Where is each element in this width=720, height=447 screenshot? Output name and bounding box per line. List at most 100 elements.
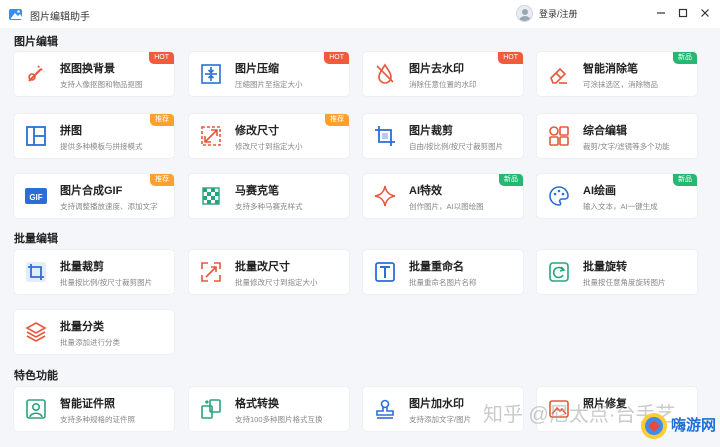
recommend-badge: 推荐 xyxy=(150,174,174,186)
card-remove-watermark[interactable]: 图片去水印 消除任意位置的水印 HOT xyxy=(363,52,523,96)
card-resize[interactable]: 修改尺寸 修改尺寸到指定大小 推荐 xyxy=(189,114,349,158)
card-name: AI绘画 xyxy=(583,185,616,197)
card-crop[interactable]: 图片裁剪 自由/按比例/按尺寸裁剪图片 xyxy=(363,114,523,158)
card-name: 格式转换 xyxy=(235,398,279,410)
gif-icon: GIF xyxy=(25,188,47,204)
app-title: 图片编辑助手 xyxy=(30,12,90,23)
card-comprehensive[interactable]: 综合编辑 裁剪/文字/滤镜等多个功能 xyxy=(537,114,697,158)
card-desc: 自由/按比例/按尺寸裁剪图片 xyxy=(409,142,504,151)
card-collage[interactable]: 拼图 提供多种模板与拼接模式 推荐 xyxy=(14,114,174,158)
hot-badge: HOT xyxy=(324,52,349,64)
batch-resize-icon xyxy=(201,262,221,282)
card-desc: 批量修改尺寸到指定大小 xyxy=(235,278,318,287)
comprehensive-edit-icon xyxy=(549,126,569,146)
card-ai-effects[interactable]: AI特效 创作图片，AI以图绘图 新品 xyxy=(363,174,523,218)
batch-crop-icon xyxy=(26,262,46,282)
card-name: 智能证件照 xyxy=(60,398,115,410)
main-content: 图片编辑 抠图换背景 支持人像抠图和物品抠图 HOT 图片压缩 压缩图片至指定大… xyxy=(0,28,720,447)
card-desc: 创作图片，AI以图绘图 xyxy=(409,202,484,211)
corner-logo-icon xyxy=(641,413,667,439)
app-logo-icon xyxy=(9,9,22,20)
card-name: 图片加水印 xyxy=(409,398,464,410)
card-batch-classify[interactable]: 批量分类 批量添加进行分类 xyxy=(14,310,174,354)
card-desc: 压缩图片至指定大小 xyxy=(235,80,303,89)
recommend-badge: 推荐 xyxy=(325,114,349,126)
id-photo-icon xyxy=(26,399,46,419)
collage-icon xyxy=(26,126,46,146)
card-name: 图片裁剪 xyxy=(409,125,453,137)
card-desc: 支持人像抠图和物品抠图 xyxy=(60,80,143,89)
card-desc: 修改尺寸到指定大小 xyxy=(235,142,303,151)
section-title-image-edit: 图片编辑 xyxy=(14,36,58,48)
card-name: 图片合成GIF xyxy=(60,185,123,197)
card-name: 修改尺寸 xyxy=(235,125,279,137)
mosaic-icon xyxy=(202,187,220,205)
new-badge: 新品 xyxy=(673,174,697,186)
card-name: 批量分类 xyxy=(60,321,104,333)
new-badge: 新品 xyxy=(673,52,697,64)
hot-badge: HOT xyxy=(498,52,523,64)
text-icon xyxy=(375,262,395,282)
compress-icon xyxy=(201,64,221,84)
card-name: 综合编辑 xyxy=(583,125,627,137)
card-matting[interactable]: 抠图换背景 支持人像抠图和物品抠图 HOT xyxy=(14,52,174,96)
stamp-icon xyxy=(376,399,394,419)
corner-logo-text: 嗨游网 xyxy=(671,417,717,434)
hot-badge: HOT xyxy=(149,52,174,64)
corner-logo: 嗨游网 xyxy=(637,408,719,444)
section-title-batch-edit: 批量编辑 xyxy=(14,233,58,245)
card-mosaic[interactable]: 马赛克笔 支持多种马赛克样式 xyxy=(189,174,349,218)
card-gif[interactable]: GIF 图片合成GIF 支持调整播放速度、添加文字 推荐 xyxy=(14,174,174,218)
card-name: 图片压缩 xyxy=(235,63,279,75)
avatar xyxy=(516,5,533,22)
card-name: 批量改尺寸 xyxy=(235,261,290,273)
format-convert-icon xyxy=(201,399,221,419)
maximize-icon[interactable] xyxy=(676,6,690,20)
card-name: 智能消除笔 xyxy=(583,63,638,75)
card-name: 马赛克笔 xyxy=(235,185,279,197)
card-smart-eraser[interactable]: 智能消除笔 可涂抹选区，消除物品 新品 xyxy=(537,52,697,96)
card-name: AI特效 xyxy=(409,185,442,197)
card-ai-paint[interactable]: AI绘画 输入文本，AI一键生成 新品 xyxy=(537,174,697,218)
card-name: 批量旋转 xyxy=(583,261,627,273)
card-desc: 批量按任意角度旋转图片 xyxy=(583,278,666,287)
card-batch-resize[interactable]: 批量改尺寸 批量修改尺寸到指定大小 xyxy=(189,250,349,294)
card-desc: 消除任意位置的水印 xyxy=(409,80,477,89)
card-desc: 可涂抹选区，消除物品 xyxy=(583,80,658,89)
card-batch-crop[interactable]: 批量裁剪 批量按比例/按尺寸裁剪图片 xyxy=(14,250,174,294)
card-desc: 批量重命名图片名称 xyxy=(409,278,477,287)
card-desc: 批量添加进行分类 xyxy=(60,338,120,347)
new-badge: 新品 xyxy=(499,174,523,186)
card-desc: 支持多种马赛克样式 xyxy=(235,202,303,211)
rotate-icon xyxy=(549,262,569,282)
card-batch-rotate[interactable]: 批量旋转 批量按任意角度旋转图片 xyxy=(537,250,697,294)
layers-icon xyxy=(25,322,47,342)
palette-icon xyxy=(549,186,569,206)
title-bar: 图片编辑助手 登录/注册 xyxy=(0,0,720,28)
card-desc: 输入文本，AI一键生成 xyxy=(583,202,658,211)
section-title-featured: 特色功能 xyxy=(14,370,58,382)
card-format[interactable]: 格式转换 支持100多种图片格式互换 xyxy=(189,387,349,431)
remove-watermark-icon xyxy=(376,63,394,84)
login-button[interactable]: 登录/注册 xyxy=(516,5,578,22)
card-name: 批量重命名 xyxy=(409,261,464,273)
minimize-icon[interactable] xyxy=(654,6,668,20)
card-desc: 批量按比例/按尺寸裁剪图片 xyxy=(60,278,153,287)
card-desc: 支持添加文字/图片 xyxy=(409,415,472,424)
window-controls xyxy=(654,6,712,20)
card-compress[interactable]: 图片压缩 压缩图片至指定大小 HOT xyxy=(189,52,349,96)
card-batch-rename[interactable]: 批量重命名 批量重命名图片名称 xyxy=(363,250,523,294)
recommend-badge: 推荐 xyxy=(150,114,174,126)
login-label: 登录/注册 xyxy=(539,9,578,19)
card-desc: 支持多种规格的证件照 xyxy=(60,415,135,424)
eraser-icon xyxy=(550,67,567,84)
card-desc: 裁剪/文字/滤镜等多个功能 xyxy=(583,142,670,151)
card-desc: 支持100多种图片格式互换 xyxy=(235,415,323,424)
card-id-photo[interactable]: 智能证件照 支持多种规格的证件照 xyxy=(14,387,174,431)
card-name: 抠图换背景 xyxy=(60,63,115,75)
card-name: 图片去水印 xyxy=(409,63,464,75)
close-icon[interactable] xyxy=(698,6,712,20)
card-name: 拼图 xyxy=(60,125,82,137)
sparkle-icon xyxy=(374,185,396,207)
card-name: 批量裁剪 xyxy=(60,261,104,273)
